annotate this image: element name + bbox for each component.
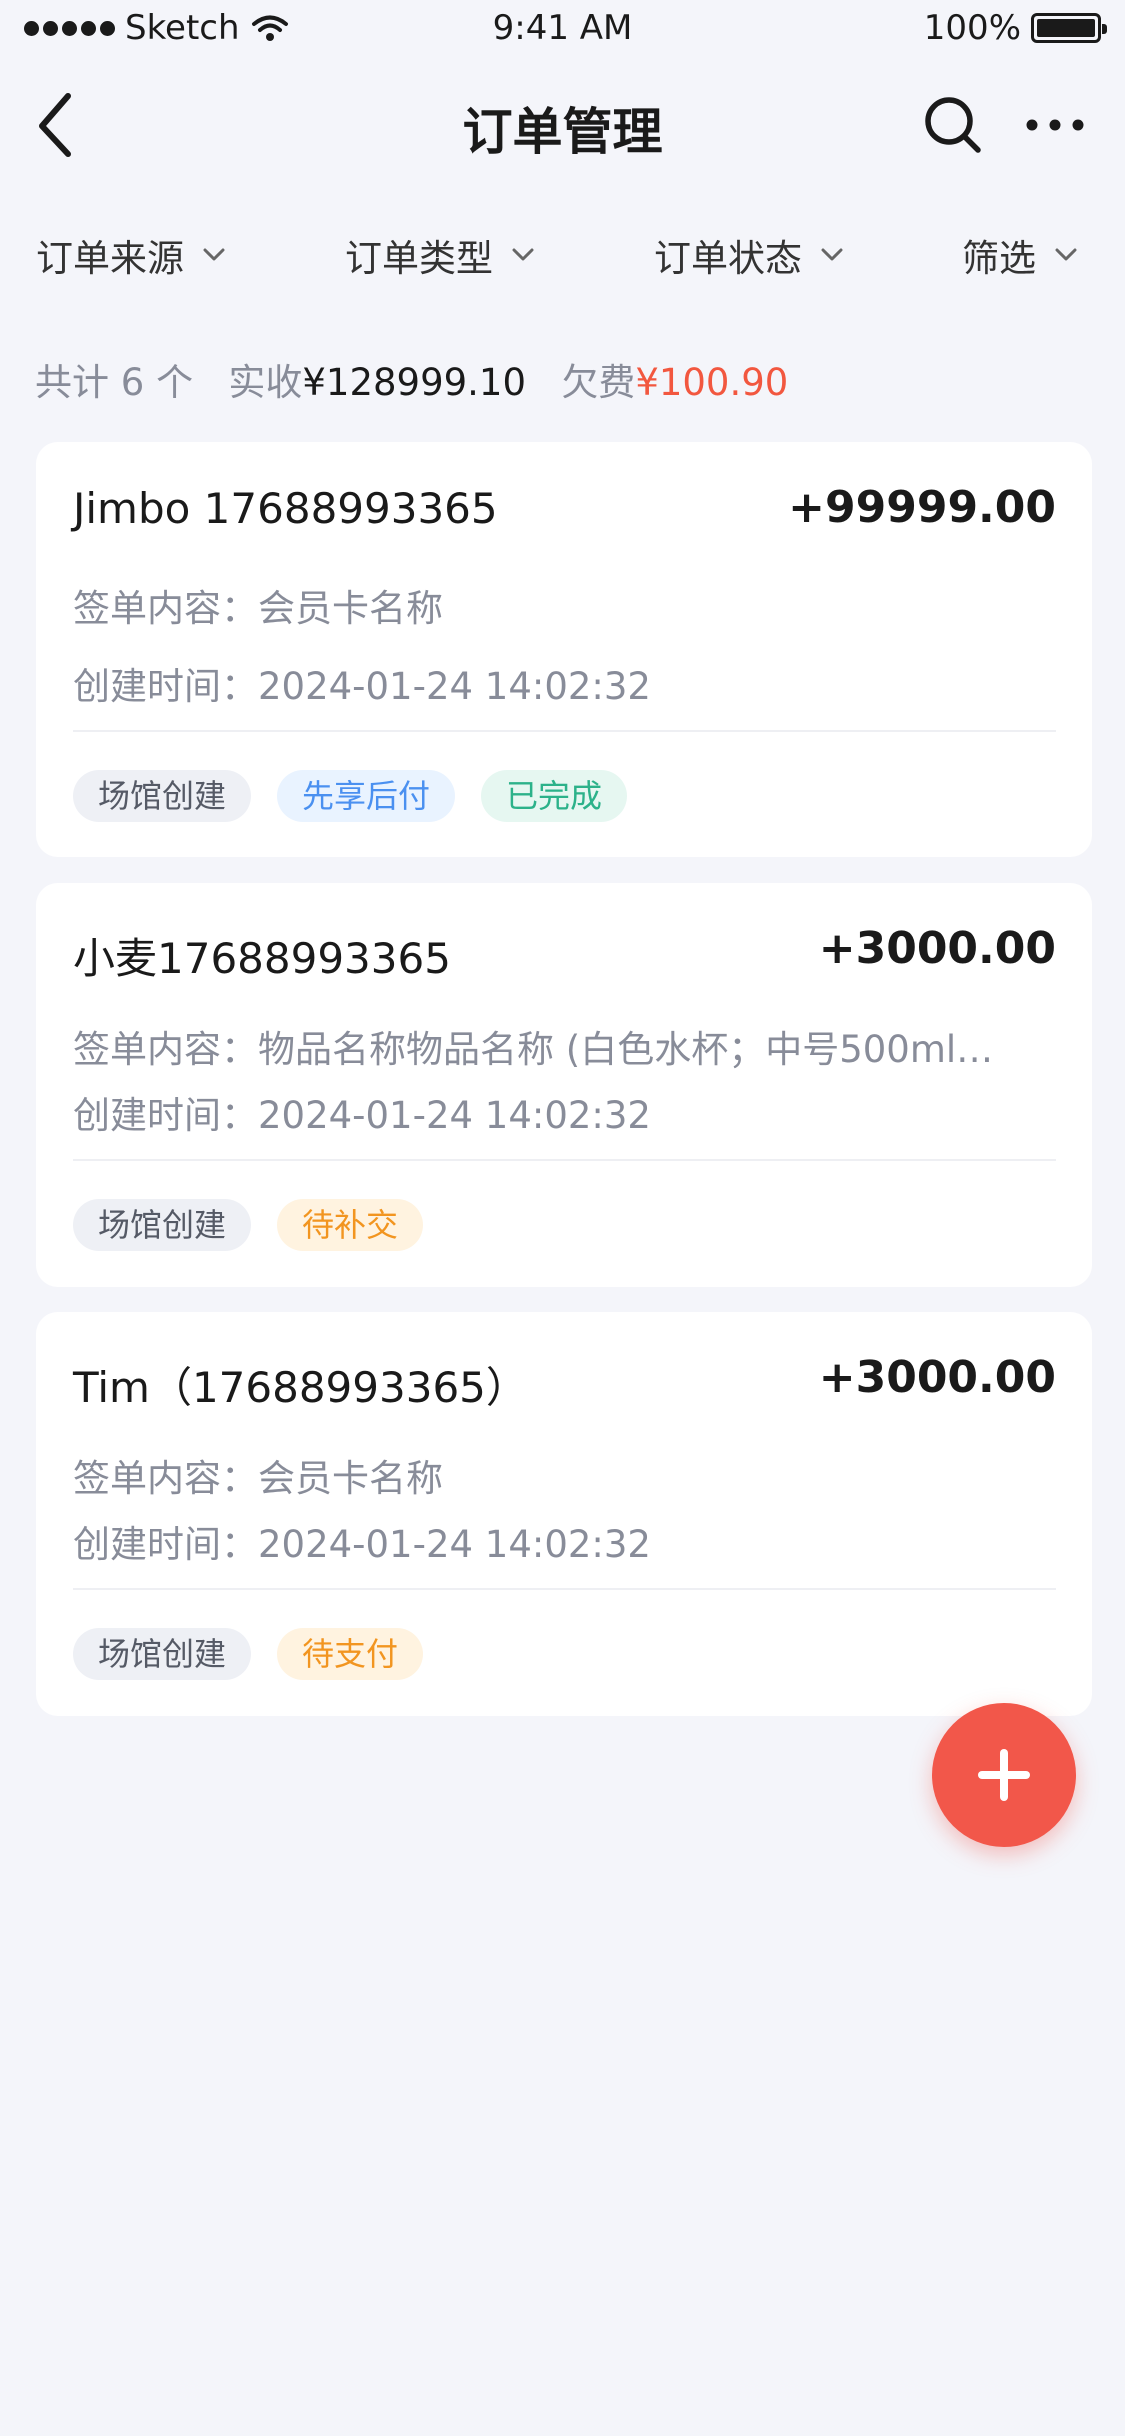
battery-label: 100% [923, 8, 1021, 48]
chevron-down-icon [512, 248, 534, 261]
filter-label: 筛选 [962, 237, 1036, 280]
created-time: 创建时间：2024-01-24 14:02:32 [73, 1094, 651, 1137]
tag-list: 场馆创建 待补交 [73, 1199, 424, 1251]
more-icon[interactable] [1024, 110, 1086, 140]
customer-name: Tim（17688993365） [73, 1363, 528, 1412]
customer-name: Jimbo 17688993365 [73, 484, 498, 533]
nav-bar: 订单管理 [0, 70, 1125, 180]
filter-label: 订单来源 [36, 237, 184, 280]
tag-source: 场馆创建 [73, 770, 252, 822]
battery-icon [1031, 13, 1107, 43]
chevron-down-icon [821, 248, 843, 261]
order-card[interactable]: Jimbo 17688993365 +99999.00 签单内容：会员卡名称 创… [36, 442, 1092, 857]
customer-name: 小麦17688993365 [73, 934, 451, 983]
tag-list: 场馆创建 待支付 [73, 1628, 424, 1680]
received-value: ¥128999.10 [302, 361, 527, 404]
created-time: 创建时间：2024-01-24 14:02:32 [73, 1523, 651, 1566]
filter-order-status[interactable]: 订单状态 [654, 228, 844, 282]
search-icon[interactable] [922, 94, 984, 156]
card-divider [73, 1159, 1056, 1161]
created-time: 创建时间：2024-01-24 14:02:32 [73, 665, 651, 708]
order-summary: 共计 6 个 实收¥128999.10 欠费¥100.90 [35, 352, 788, 406]
status-right: 100% [923, 8, 1107, 48]
card-divider [73, 1588, 1056, 1590]
card-divider [73, 730, 1056, 732]
tag-status: 待补交 [277, 1199, 424, 1251]
order-content: 签单内容：会员卡名称 [73, 1457, 443, 1500]
tag-type: 先享后付 [277, 770, 456, 822]
order-card[interactable]: 小麦17688993365 +3000.00 签单内容：物品名称物品名称 (白色… [36, 883, 1092, 1287]
filter-more[interactable]: 筛选 [962, 228, 1078, 282]
chevron-down-icon [1055, 248, 1077, 261]
order-count: 共计 6 个 [35, 361, 194, 404]
order-amount: +3000.00 [818, 923, 1056, 974]
tag-status: 待支付 [277, 1628, 424, 1680]
status-bar: Sketch 9:41 AM 100% [0, 0, 1125, 60]
tag-list: 场馆创建 先享后付 已完成 [73, 770, 628, 822]
filter-order-source[interactable]: 订单来源 [36, 228, 226, 282]
order-card[interactable]: Tim（17688993365） +3000.00 签单内容：会员卡名称 创建时… [36, 1312, 1092, 1716]
tag-source: 场馆创建 [73, 1628, 252, 1680]
order-content: 签单内容：物品名称物品名称 (白色水杯；中号500ml… [73, 1028, 994, 1071]
owed-value: ¥100.90 [635, 361, 789, 404]
order-content: 签单内容：会员卡名称 [73, 587, 443, 630]
received-label: 实收 [228, 361, 303, 404]
tag-status: 已完成 [481, 770, 628, 822]
order-amount: +3000.00 [818, 1352, 1056, 1403]
tag-source: 场馆创建 [73, 1199, 252, 1251]
owed-label: 欠费 [561, 361, 636, 404]
filter-bar: 订单来源 订单类型 订单状态 筛选 [0, 220, 1125, 290]
add-order-button[interactable] [932, 1703, 1076, 1847]
filter-label: 订单状态 [654, 237, 802, 280]
chevron-down-icon [203, 248, 225, 261]
filter-label: 订单类型 [345, 237, 493, 280]
filter-order-type[interactable]: 订单类型 [345, 228, 535, 282]
order-amount: +99999.00 [788, 482, 1056, 533]
